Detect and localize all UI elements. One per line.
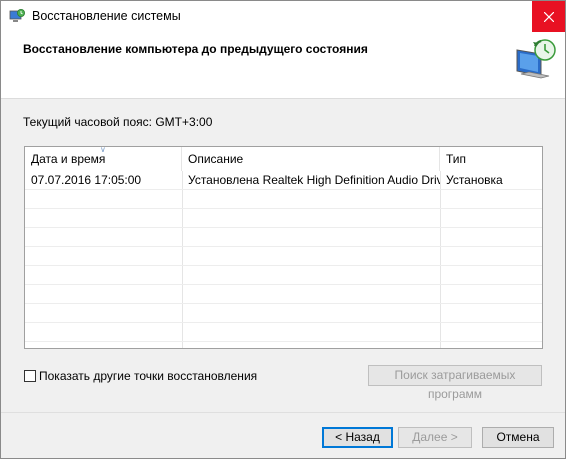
table-row[interactable]: 07.07.2016 17:05:00 Установлена Realtek … xyxy=(25,171,542,190)
table-row-empty xyxy=(25,228,542,247)
column-header-date[interactable]: ∨ Дата и время xyxy=(25,147,182,171)
restore-points-table[interactable]: ∨ Дата и время Описание Тип 07.07.2016 1… xyxy=(24,146,543,349)
table-row-empty xyxy=(25,285,542,304)
next-button[interactable]: Далее > xyxy=(398,427,472,448)
show-more-checkbox[interactable] xyxy=(24,370,36,382)
scan-affected-programs-button[interactable]: Поиск затрагиваемых программ xyxy=(368,365,542,401)
cell-date: 07.07.2016 17:05:00 xyxy=(31,173,142,187)
wizard-header: Восстановление компьютера до предыдущего… xyxy=(1,32,565,99)
table-rows: 07.07.2016 17:05:00 Установлена Realtek … xyxy=(25,171,542,342)
window-title: Восстановление системы xyxy=(32,9,181,23)
table-row-empty xyxy=(25,266,542,285)
table-row-empty xyxy=(25,190,542,209)
page-title: Восстановление компьютера до предыдущего… xyxy=(23,42,368,56)
cancel-button[interactable]: Отмена xyxy=(482,427,554,448)
cell-description: Установлена Realtek High Definition Audi… xyxy=(188,173,440,187)
column-header-type[interactable]: Тип xyxy=(440,147,542,171)
cell-type: Установка xyxy=(446,173,503,187)
system-restore-icon xyxy=(511,36,561,82)
table-header: ∨ Дата и время Описание Тип xyxy=(25,147,542,171)
system-restore-icon xyxy=(9,8,25,24)
show-more-label[interactable]: Показать другие точки восстановления xyxy=(39,369,257,383)
column-header-description[interactable]: Описание xyxy=(182,147,440,171)
table-row-empty xyxy=(25,323,542,342)
sort-down-icon: ∨ xyxy=(100,146,106,154)
show-more-checkbox-row[interactable]: Показать другие точки восстановления xyxy=(24,368,257,384)
footer-divider xyxy=(1,412,565,413)
close-icon xyxy=(543,11,554,22)
table-row-empty xyxy=(25,209,542,228)
table-row-empty xyxy=(25,247,542,266)
timezone-label: Текущий часовой пояс: GMT+3:00 xyxy=(23,115,213,129)
table-row-empty xyxy=(25,304,542,323)
close-button[interactable] xyxy=(532,1,565,32)
back-button[interactable]: < Назад xyxy=(322,427,393,448)
system-restore-window: Восстановление системы Восстановление ко… xyxy=(0,0,566,459)
title-bar[interactable]: Восстановление системы xyxy=(1,1,565,32)
